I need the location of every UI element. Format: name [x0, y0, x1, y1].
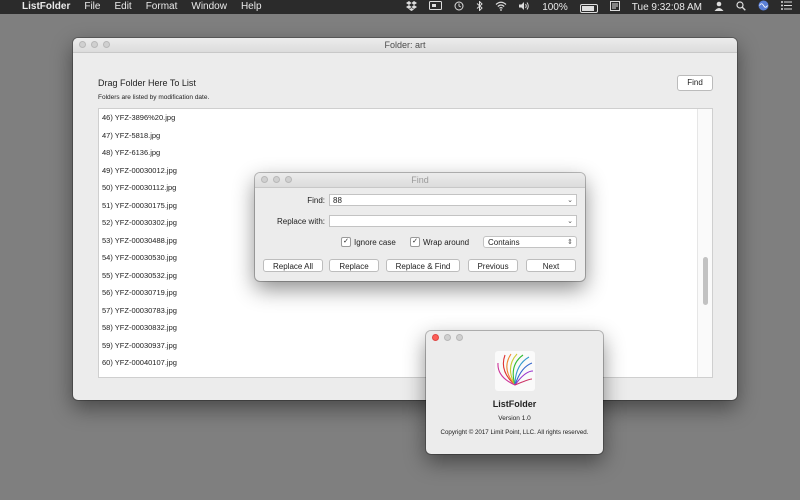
- find-field-value: 88: [333, 196, 342, 205]
- list-item[interactable]: 53) YFZ-00030488.jpg: [102, 236, 177, 245]
- main-window-titlebar[interactable]: Folder: art: [73, 38, 737, 53]
- find-panel-titlebar[interactable]: Find: [255, 173, 585, 188]
- list-item[interactable]: 59) YFZ-00030937.jpg: [102, 341, 177, 350]
- list-scrollbar[interactable]: [697, 109, 712, 377]
- menu-file[interactable]: File: [84, 0, 100, 14]
- notification-center-icon[interactable]: [781, 1, 792, 15]
- find-button[interactable]: Find: [677, 75, 713, 91]
- list-item[interactable]: 60) YFZ-00040107.jpg: [102, 358, 177, 367]
- list-item[interactable]: 50) YFZ-00030112.jpg: [102, 183, 176, 192]
- menu-format[interactable]: Format: [146, 0, 178, 14]
- menu-edit[interactable]: Edit: [114, 0, 131, 14]
- find-label: Find:: [307, 196, 325, 205]
- about-copyright: Copyright © 2017 Limit Point, LLC. All r…: [440, 429, 589, 436]
- volume-icon[interactable]: [519, 1, 530, 16]
- about-window: ListFolder Version 1.0 Copyright © 2017 …: [426, 331, 603, 454]
- replace-label: Replace with:: [276, 217, 325, 226]
- zoom-button[interactable]: [103, 41, 110, 48]
- window-controls: [432, 334, 463, 341]
- match-mode-value: Contains: [488, 238, 520, 247]
- list-item[interactable]: 56) YFZ-00030719.jpg: [102, 288, 177, 297]
- replace-field[interactable]: ⌄: [329, 215, 577, 227]
- menu-clock[interactable]: Tue 9:32:08 AM: [632, 1, 702, 15]
- ignore-case-label: Ignore case: [354, 237, 396, 247]
- wifi-icon[interactable]: [495, 1, 507, 16]
- list-item[interactable]: 46) YFZ-3896%20.jpg: [102, 113, 175, 122]
- window-controls: [261, 176, 292, 183]
- about-window-titlebar[interactable]: [426, 331, 603, 345]
- menu-help[interactable]: Help: [241, 0, 262, 14]
- zoom-button[interactable]: [285, 176, 292, 183]
- checkmark-icon[interactable]: ✓: [410, 237, 420, 247]
- find-panel: Find Find: 88 ⌄ Replace with: ⌄ ✓ Ignore…: [255, 173, 585, 281]
- list-item[interactable]: 48) YFZ-6136.jpg: [102, 148, 160, 157]
- ignore-case-checkbox[interactable]: ✓ Ignore case: [341, 237, 396, 247]
- minimize-button[interactable]: [91, 41, 98, 48]
- scrollbar-thumb[interactable]: [703, 257, 708, 305]
- spotlight-search-icon[interactable]: [736, 0, 746, 16]
- screen-icon[interactable]: [429, 0, 443, 16]
- close-button[interactable]: [432, 334, 439, 341]
- window-controls: [79, 41, 110, 48]
- previous-button[interactable]: Previous: [468, 259, 518, 272]
- minimize-button[interactable]: [273, 176, 280, 183]
- user-icon[interactable]: [714, 1, 724, 16]
- replace-button[interactable]: Replace: [329, 259, 379, 272]
- chevron-down-icon[interactable]: ⌄: [567, 195, 573, 207]
- next-button[interactable]: Next: [526, 259, 576, 272]
- zoom-button[interactable]: [456, 334, 463, 341]
- about-version: Version 1.0: [498, 415, 531, 422]
- battery-icon[interactable]: [579, 3, 598, 13]
- chevron-down-icon[interactable]: ⌄: [567, 216, 573, 228]
- menu-app-name[interactable]: ListFolder: [22, 0, 70, 14]
- list-item[interactable]: 47) YFZ-5818.jpg: [102, 131, 160, 140]
- app-logo-icon: [495, 351, 535, 391]
- list-item[interactable]: 54) YFZ-00030530.jpg: [102, 253, 177, 262]
- list-item[interactable]: 58) YFZ-00030832.jpg: [102, 323, 177, 332]
- minimize-button[interactable]: [444, 334, 451, 341]
- list-item[interactable]: 52) YFZ-00030302.jpg: [102, 218, 177, 227]
- about-app-name: ListFolder: [492, 399, 537, 409]
- battery-percent[interactable]: 100%: [542, 1, 568, 15]
- find-field[interactable]: 88 ⌄: [329, 194, 577, 206]
- drag-folder-label: Drag Folder Here To List: [98, 78, 196, 88]
- list-item[interactable]: 55) YFZ-00030532.jpg: [102, 271, 177, 280]
- match-mode-select[interactable]: Contains ⇕: [483, 236, 577, 248]
- replace-all-button[interactable]: Replace All: [263, 259, 323, 272]
- list-item[interactable]: 49) YFZ-00030012.jpg: [102, 166, 177, 175]
- dropbox-icon[interactable]: [406, 0, 418, 16]
- close-button[interactable]: [261, 176, 268, 183]
- window-title: Folder: art: [384, 40, 426, 50]
- list-item[interactable]: 51) YFZ-00030175.jpg: [102, 201, 177, 210]
- list-item[interactable]: 57) YFZ-00030783.jpg: [102, 306, 177, 315]
- bluetooth-icon[interactable]: [476, 0, 483, 16]
- replace-find-button[interactable]: Replace & Find: [386, 259, 460, 272]
- siri-icon[interactable]: [758, 0, 769, 16]
- menu-bar: ListFolder File Edit Format Window Help …: [0, 0, 800, 14]
- input-menu-icon[interactable]: [609, 0, 620, 16]
- updown-arrows-icon: ⇕: [567, 239, 573, 246]
- sort-note-label: Folders are listed by modification date.: [98, 94, 210, 101]
- checkmark-icon[interactable]: ✓: [341, 237, 351, 247]
- wrap-around-checkbox[interactable]: ✓ Wrap around: [410, 237, 469, 247]
- wrap-around-label: Wrap around: [423, 237, 470, 247]
- close-button[interactable]: [79, 41, 86, 48]
- menu-window[interactable]: Window: [191, 0, 227, 14]
- time-machine-icon[interactable]: [454, 1, 464, 16]
- find-panel-title: Find: [411, 175, 429, 185]
